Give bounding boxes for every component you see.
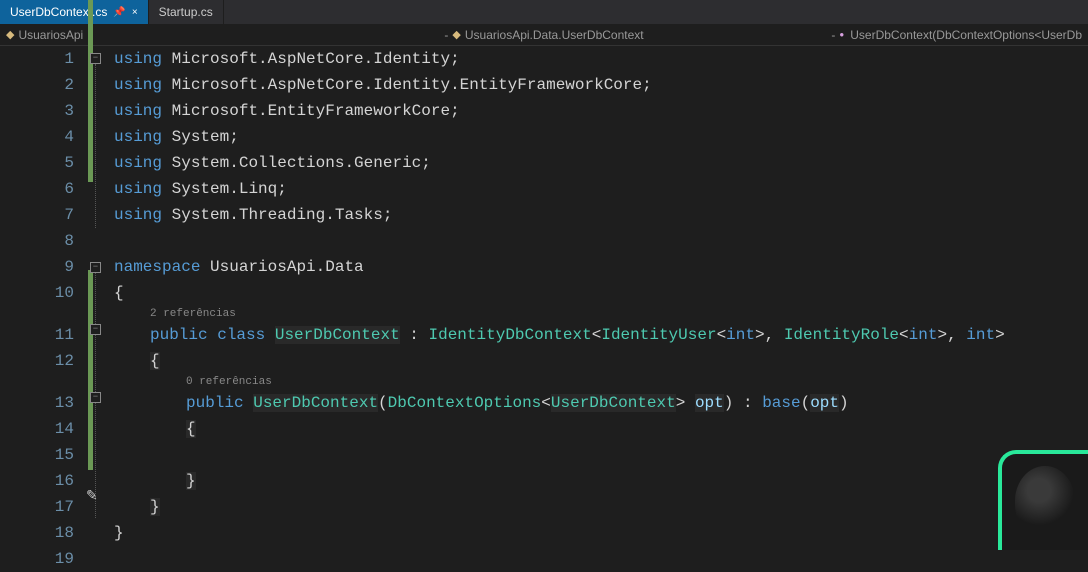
code-line: using Microsoft.AspNetCore.Identity; (114, 46, 1088, 72)
webcam-feed (1015, 466, 1075, 536)
code-line: { (114, 416, 1088, 442)
code-line: } (114, 468, 1088, 494)
code-line: public UserDbContext(DbContextOptions<Us… (114, 390, 1088, 416)
code-line: namespace UsuariosApi.Data (114, 254, 1088, 280)
line-number: 16 (0, 468, 74, 494)
fold-toggle[interactable]: − (90, 53, 101, 64)
code-line: public class UserDbContext : IdentityDbC… (114, 322, 1088, 348)
code-line: } (114, 494, 1088, 520)
line-number: 15 (0, 442, 74, 468)
line-number: 17 (0, 494, 74, 520)
line-number: 18 (0, 520, 74, 546)
tab-startup[interactable]: Startup.cs (149, 0, 224, 24)
close-icon[interactable]: × (132, 7, 138, 18)
line-number: 11 (0, 322, 74, 348)
breadcrumb-bar: ◆ UsuariosApi - ◆ UsuariosApi.Data.UserD… (0, 24, 1088, 46)
breadcrumb-text: UserDbContext(DbContextOptions<UserDb (850, 28, 1082, 42)
breadcrumb-project[interactable]: ◆ UsuariosApi (0, 28, 363, 42)
webcam-overlay (998, 450, 1088, 550)
tab-userdbcontext[interactable]: UserDbContext.cs 📌 × (0, 0, 149, 24)
code-line: using Microsoft.AspNetCore.Identity.Enti… (114, 72, 1088, 98)
pin-icon[interactable]: 📌 (113, 7, 125, 18)
line-number: 4 (0, 124, 74, 150)
method-icon: ● (839, 30, 844, 39)
codelens-references[interactable]: 0 referências (114, 374, 1088, 390)
codelens-references[interactable]: 2 referências (114, 306, 1088, 322)
line-number: 14 (0, 416, 74, 442)
fold-toggle[interactable]: − (90, 392, 101, 403)
csharp-icon: ◆ (6, 28, 14, 41)
class-icon: ◆ (452, 28, 460, 41)
breadcrumb-text: UsuariosApi (18, 28, 83, 42)
line-number-gutter: 1 2 3 4 5 6 7 8 9 10 11 12 13 14 15 16 1… (0, 46, 84, 550)
code-line (114, 442, 1088, 468)
tab-label: Startup.cs (159, 5, 213, 19)
code-line: { (114, 348, 1088, 374)
code-line: using System.Collections.Generic; (114, 150, 1088, 176)
code-line: } (114, 520, 1088, 546)
code-line: { (114, 280, 1088, 306)
line-number: 2 (0, 72, 74, 98)
line-number: 10 (0, 280, 74, 306)
fold-column: − − − − (84, 46, 114, 550)
line-number: 12 (0, 348, 74, 374)
code-line: using System; (114, 124, 1088, 150)
breadcrumb-type[interactable]: - ◆ UsuariosApi.Data.UserDbContext (363, 28, 726, 42)
code-line: using System.Linq; (114, 176, 1088, 202)
code-line (114, 228, 1088, 254)
code-editor[interactable]: 1 2 3 4 5 6 7 8 9 10 11 12 13 14 15 16 1… (0, 46, 1088, 550)
code-line: using Microsoft.EntityFrameworkCore; (114, 98, 1088, 124)
line-number: 5 (0, 150, 74, 176)
tab-bar: UserDbContext.cs 📌 × Startup.cs (0, 0, 1088, 24)
line-number: 6 (0, 176, 74, 202)
line-number: 13 (0, 390, 74, 416)
fold-toggle[interactable]: − (90, 262, 101, 273)
fold-toggle[interactable]: − (90, 324, 101, 335)
line-number: 9 (0, 254, 74, 280)
line-number: 7 (0, 202, 74, 228)
code-area[interactable]: using Microsoft.AspNetCore.Identity; usi… (114, 46, 1088, 550)
breadcrumb-member[interactable]: - ● UserDbContext(DbContextOptions<UserD… (725, 28, 1088, 42)
line-number: 3 (0, 98, 74, 124)
breadcrumb-text: UsuariosApi.Data.UserDbContext (465, 28, 644, 42)
code-line: using System.Threading.Tasks; (114, 202, 1088, 228)
line-number: 1 (0, 46, 74, 72)
line-number: 8 (0, 228, 74, 254)
